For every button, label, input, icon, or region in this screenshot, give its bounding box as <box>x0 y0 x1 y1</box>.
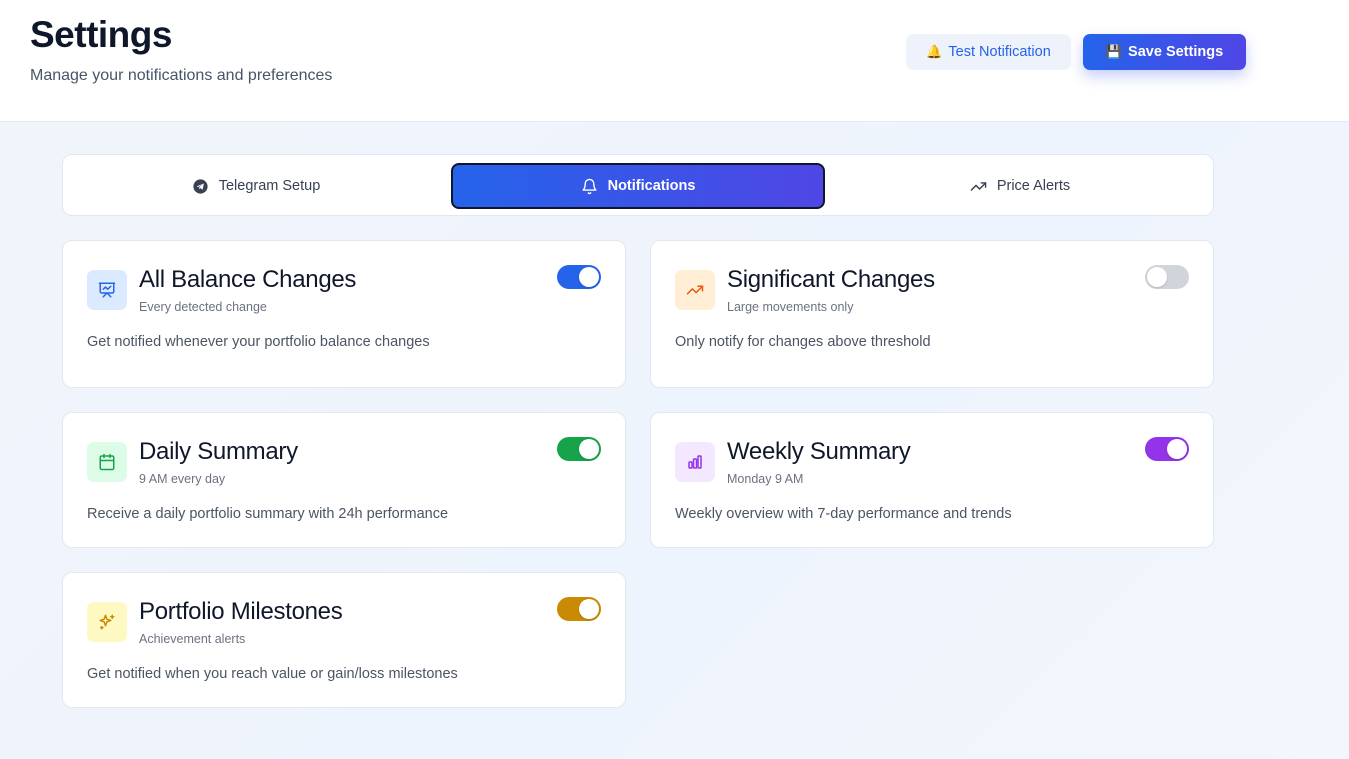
card-subtitle: Monday 9 AM <box>727 472 804 486</box>
card-title: All Balance Changes <box>139 266 357 293</box>
card-icon-box <box>87 442 127 482</box>
card-all-balance-changes: All Balance Changes Every detected chang… <box>62 240 626 388</box>
card-significant-changes: Significant Changes Large movements only… <box>650 240 1214 388</box>
test-notification-button[interactable]: 🔔 Test Notification <box>906 34 1071 70</box>
toggle-knob <box>1167 439 1187 459</box>
presentation-chart-icon <box>98 282 116 298</box>
page-header: Settings Manage your notifications and p… <box>0 0 1349 122</box>
floppy-disk-emoji-icon: 💾 <box>1105 44 1123 59</box>
calendar-icon <box>99 453 115 471</box>
telegram-icon <box>193 178 208 194</box>
tab-label: Notifications <box>607 178 696 194</box>
portfolio-milestones-toggle[interactable] <box>557 597 601 621</box>
daily-summary-toggle[interactable] <box>557 437 601 461</box>
sparkles-icon <box>99 614 115 630</box>
card-icon-box <box>675 442 715 482</box>
trending-up-icon <box>970 181 987 191</box>
all-balance-changes-toggle[interactable] <box>557 265 601 289</box>
card-subtitle: Every detected change <box>139 300 267 314</box>
card-subtitle: Large movements only <box>727 300 854 314</box>
page-subtitle: Manage your notifications and preference… <box>30 67 333 84</box>
tab-notifications[interactable]: Notifications <box>451 163 825 209</box>
card-icon-box <box>87 602 127 642</box>
card-description: Get notified whenever your portfolio bal… <box>87 334 430 350</box>
toggle-knob <box>1147 267 1167 287</box>
card-description: Only notify for changes above threshold <box>675 334 931 350</box>
tab-price-alerts[interactable]: Price Alerts <box>833 163 1207 209</box>
card-title: Daily Summary <box>139 438 298 465</box>
card-weekly-summary: Weekly Summary Monday 9 AM Weekly overvi… <box>650 412 1214 548</box>
toggle-knob <box>579 439 599 459</box>
test-notification-label: Test Notification <box>948 44 1051 60</box>
page-title: Settings <box>30 14 172 55</box>
tab-label: Price Alerts <box>996 178 1071 194</box>
significant-changes-toggle[interactable] <box>1145 265 1189 289</box>
bell-emoji-icon: 🔔 <box>926 44 943 59</box>
tab-telegram-setup[interactable]: Telegram Setup <box>69 163 443 209</box>
save-settings-button[interactable]: 💾 Save Settings <box>1083 34 1246 70</box>
trending-up-icon <box>686 285 704 295</box>
card-description: Weekly overview with 7-day performance a… <box>675 506 1012 522</box>
toggle-knob <box>579 599 599 619</box>
card-title: Portfolio Milestones <box>139 598 343 625</box>
settings-tabs: Telegram Setup Notifications Price Alert… <box>62 154 1214 216</box>
card-subtitle: Achievement alerts <box>139 632 246 646</box>
bell-icon <box>582 178 597 194</box>
card-description: Receive a daily portfolio summary with 2… <box>87 506 449 522</box>
tab-label: Telegram Setup <box>218 178 321 194</box>
card-daily-summary: Daily Summary 9 AM every day Receive a d… <box>62 412 626 548</box>
card-subtitle: 9 AM every day <box>139 472 226 486</box>
card-icon-box <box>87 270 127 310</box>
weekly-summary-toggle[interactable] <box>1145 437 1189 461</box>
card-description: Get notified when you reach value or gai… <box>87 666 458 682</box>
card-icon-box <box>675 270 715 310</box>
card-portfolio-milestones: Portfolio Milestones Achievement alerts … <box>62 572 626 708</box>
card-title: Weekly Summary <box>727 438 911 465</box>
save-settings-label: Save Settings <box>1128 44 1224 60</box>
bar-chart-icon <box>688 455 702 469</box>
toggle-knob <box>579 267 599 287</box>
card-title: Significant Changes <box>727 266 935 293</box>
